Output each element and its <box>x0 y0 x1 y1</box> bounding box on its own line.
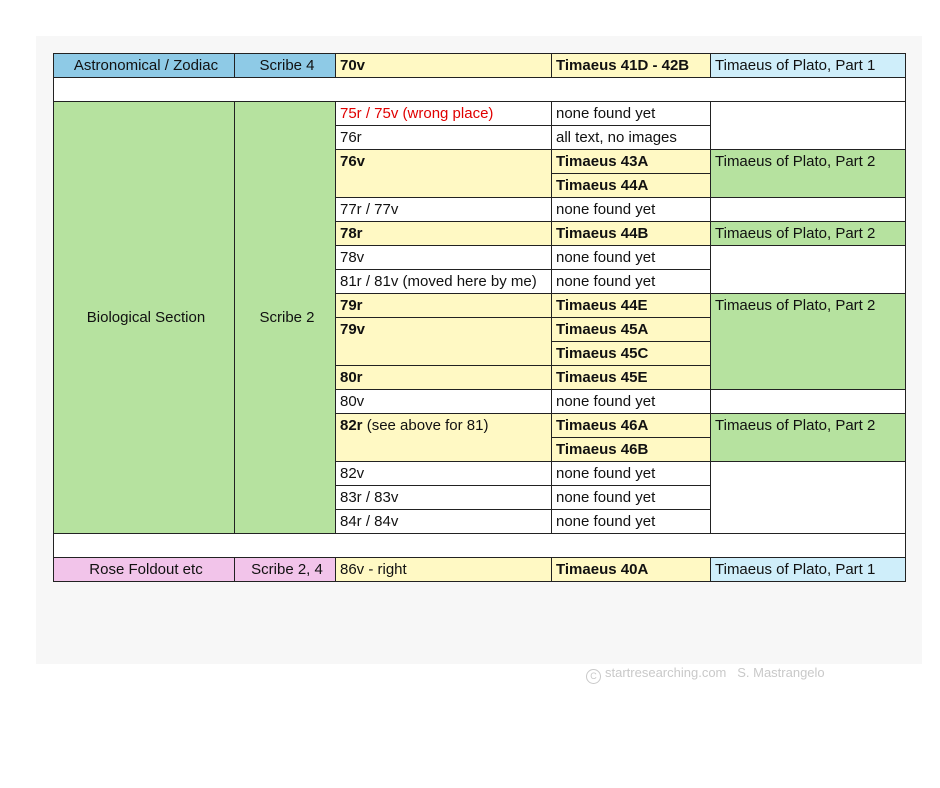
section-cell: Biological Section <box>53 101 235 534</box>
copyright-notice: Cstartresearching.com S. Mastrangelo <box>586 665 825 684</box>
timaeus-cell: Timaeus 40A <box>551 557 711 582</box>
folio-note: (see above for 81) <box>362 417 489 434</box>
part-cell <box>710 101 906 150</box>
part-cell <box>710 197 906 222</box>
spacer-cell <box>53 533 906 558</box>
folio-number: 82r <box>340 417 363 434</box>
timaeus-cell: Timaeus 45C <box>551 341 711 366</box>
copyright-icon: C <box>586 669 601 684</box>
part-cell <box>710 245 906 294</box>
scribe-cell: Scribe 4 <box>234 53 336 78</box>
folio-cell: 83r / 83v <box>335 485 552 510</box>
folio-cell: 77r / 77v <box>335 197 552 222</box>
timaeus-cell: Timaeus 41D - 42B <box>551 53 711 78</box>
spacer-row <box>53 533 906 558</box>
part-cell: Timaeus of Plato, Part 2 <box>710 149 906 198</box>
timaeus-cell: Timaeus 44A <box>551 173 711 198</box>
section-cell: Rose Foldout etc <box>53 557 235 582</box>
part-cell <box>710 389 906 414</box>
folio-cell: 86v - right <box>335 557 552 582</box>
timaeus-cell: none found yet <box>551 485 711 510</box>
credit-text: startresearching.com S. Mastrangelo <box>605 665 825 680</box>
folio-cell: 75r / 75v (wrong place) <box>335 101 552 126</box>
spacer-cell <box>53 77 906 102</box>
scribe-cell: Scribe 2, 4 <box>234 557 336 582</box>
part-cell: Timaeus of Plato, Part 1 <box>710 557 906 582</box>
timaeus-cell: none found yet <box>551 509 711 534</box>
folio-cell: 82v <box>335 461 552 486</box>
folio-cell: 70v <box>335 53 552 78</box>
timaeus-cell: Timaeus 44B <box>551 221 711 246</box>
folio-cell: 84r / 84v <box>335 509 552 534</box>
timaeus-cell: none found yet <box>551 101 711 126</box>
table-row: Astronomical / Zodiac Scribe 4 70v Timae… <box>53 53 906 78</box>
folio-cell: 80v <box>335 389 552 414</box>
timaeus-cell: none found yet <box>551 389 711 414</box>
timaeus-cell: none found yet <box>551 269 711 294</box>
folio-cell: 82r (see above for 81) <box>335 413 552 462</box>
spacer-row <box>53 77 906 102</box>
folio-cell: 78r <box>335 221 552 246</box>
timaeus-cell: Timaeus 45A <box>551 317 711 342</box>
folio-cell: 76v <box>335 149 552 198</box>
timaeus-cell: none found yet <box>551 461 711 486</box>
part-cell: Timaeus of Plato, Part 2 <box>710 413 906 462</box>
timaeus-cell: Timaeus 45E <box>551 365 711 390</box>
table-row: Biological Section Scribe 2 75r / 75v (w… <box>53 101 906 534</box>
scribe-cell: Scribe 2 <box>234 101 336 534</box>
folio-cell: 80r <box>335 365 552 390</box>
folio-cell: 79v <box>335 317 552 366</box>
part-cell: Timaeus of Plato, Part 1 <box>710 53 906 78</box>
timaeus-cell: none found yet <box>551 245 711 270</box>
timaeus-cell: Timaeus 44E <box>551 293 711 318</box>
part-cell: Timaeus of Plato, Part 2 <box>710 221 906 246</box>
timaeus-cell: Timaeus 43A <box>551 149 711 174</box>
timaeus-cell: none found yet <box>551 197 711 222</box>
part-cell <box>710 461 906 534</box>
table-row: Rose Foldout etc Scribe 2, 4 86v - right… <box>53 557 906 582</box>
folio-cell: 76r <box>335 125 552 150</box>
folio-cell: 78v <box>335 245 552 270</box>
timaeus-cell: Timaeus 46B <box>551 437 711 462</box>
folio-cell: 79r <box>335 293 552 318</box>
folio-cell: 81r / 81v (moved here by me) <box>335 269 552 294</box>
timaeus-cell: Timaeus 46A <box>551 413 711 438</box>
timaeus-table: Astronomical / Zodiac Scribe 4 70v Timae… <box>53 53 906 582</box>
timaeus-cell: all text, no images <box>551 125 711 150</box>
part-cell: Timaeus of Plato, Part 2 <box>710 293 906 390</box>
section-cell: Astronomical / Zodiac <box>53 53 235 78</box>
